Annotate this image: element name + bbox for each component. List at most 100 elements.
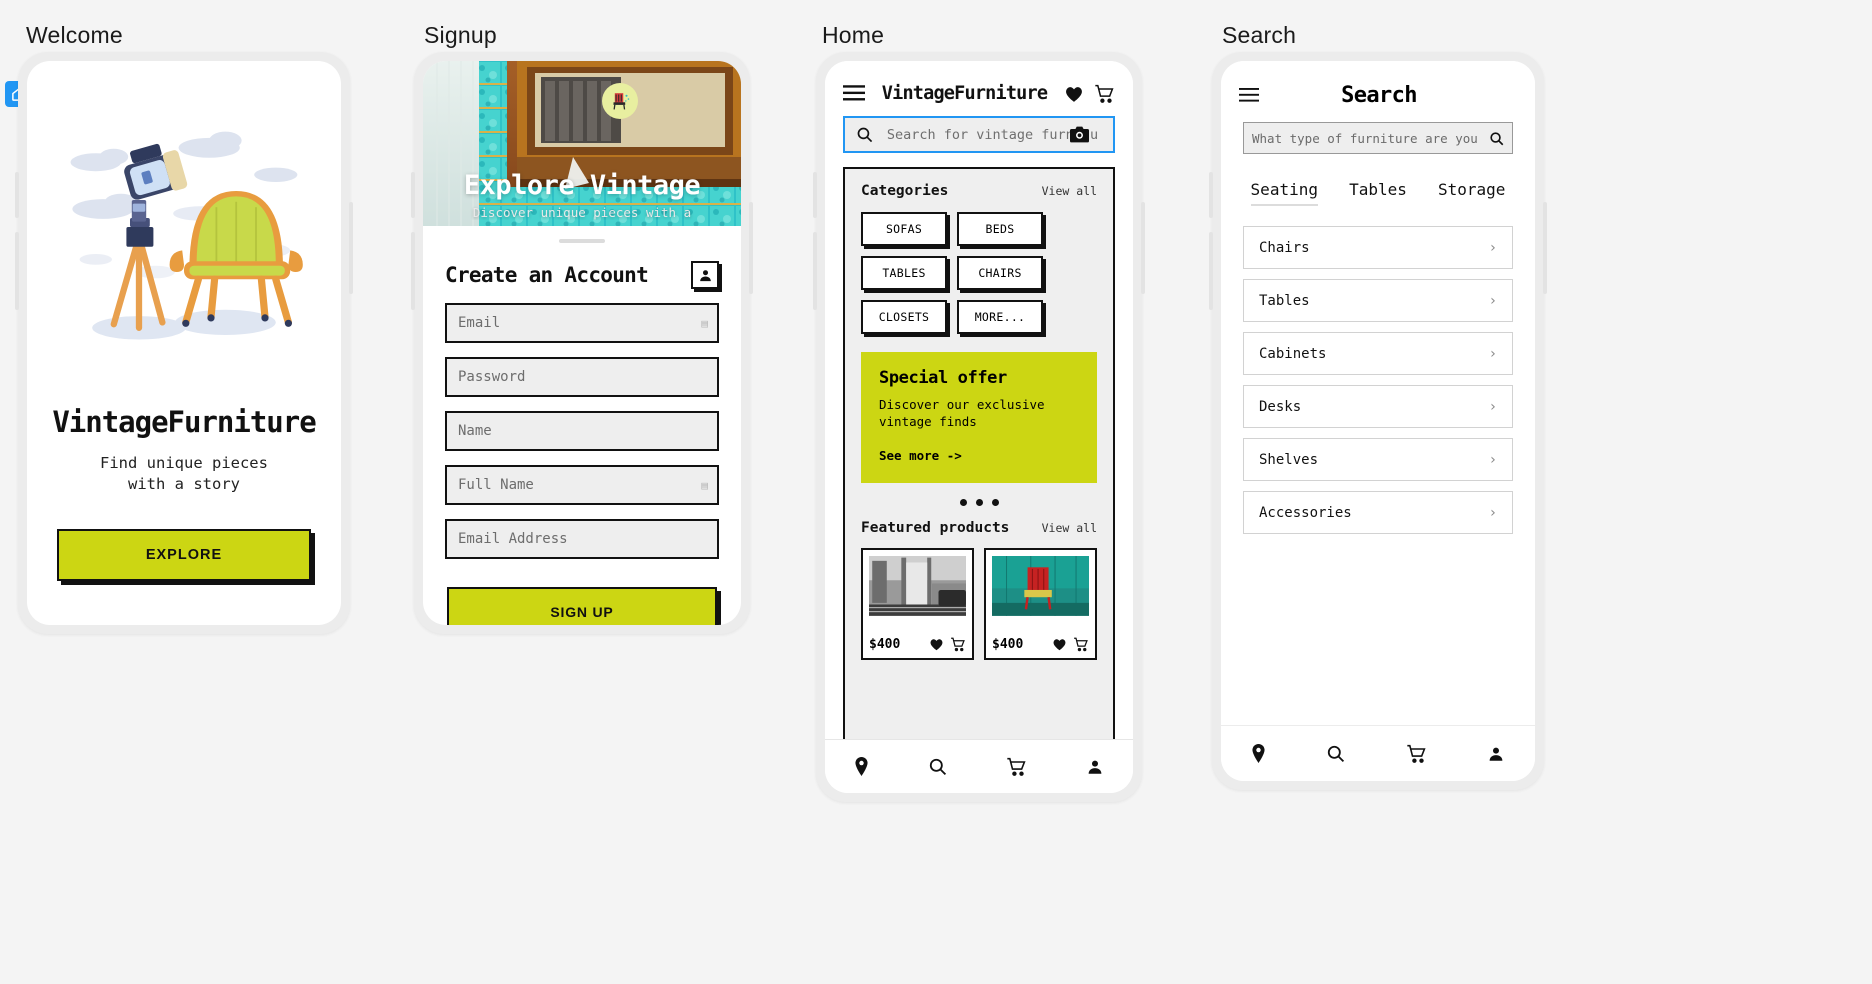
carousel-dot[interactable] [975, 498, 983, 506]
product-image [992, 555, 1089, 630]
nav-search-icon[interactable] [928, 757, 947, 776]
heart-glyph [1066, 87, 1082, 102]
carousel-dot[interactable] [959, 498, 967, 506]
search-glyph [857, 127, 873, 143]
password-field[interactable]: Password [445, 357, 719, 397]
hamburger-menu-icon[interactable] [843, 85, 865, 102]
special-offer-banner[interactable]: Special offer Discover our exclusive vin… [861, 352, 1097, 483]
carousel-dots [861, 498, 1097, 506]
product-cart-icon[interactable] [950, 637, 966, 652]
product-heart-icon[interactable] [1052, 637, 1067, 651]
camera-icon[interactable] [1070, 126, 1089, 143]
nav-person-icon[interactable] [1086, 758, 1104, 776]
frame-label-welcome: Welcome [26, 22, 123, 48]
search-icon [856, 126, 873, 143]
chevron-right-icon: › [1488, 345, 1497, 362]
category-chip-tables[interactable]: TABLES [861, 256, 947, 290]
nav-location-pin-icon[interactable] [854, 757, 869, 776]
list-item-label: Accessories [1259, 504, 1352, 521]
search-input[interactable]: Search for vintage furnitu [843, 116, 1115, 153]
hamburger-menu-icon[interactable] [1239, 88, 1259, 103]
nav-search-icon[interactable] [1326, 744, 1345, 763]
search-screen: Search What type of furniture are you lo… [1221, 61, 1535, 781]
chevron-right-icon: › [1488, 504, 1497, 521]
list-item-desks[interactable]: Desks › [1243, 385, 1513, 428]
list-item-label: Cabinets [1259, 345, 1327, 362]
nav-cart-icon[interactable] [1006, 757, 1027, 777]
sign-up-button[interactable]: SIGN UP [447, 587, 717, 625]
explore-button[interactable]: EXPLORE [57, 529, 311, 581]
camera-glyph [1070, 126, 1089, 143]
offer-description: Discover our exclusive vintage finds [879, 397, 1045, 429]
sheet-drag-handle[interactable] [559, 239, 605, 243]
red-chair-photo [992, 555, 1089, 616]
email-field-hint: ▤ [701, 316, 708, 330]
signup-screen: Explore Vintage Discover unique pieces w… [423, 61, 741, 625]
signup-hero: Explore Vintage Discover unique pieces w… [423, 61, 741, 226]
home-screen: VintageFurniture Search for vintage furn… [825, 61, 1133, 793]
category-chip-closets[interactable]: CLOSETS [861, 300, 947, 334]
screens-canvas: Welcome Signup Home Search VintageFurnit… [0, 0, 1872, 984]
offer-see-more-link[interactable]: See more -> [879, 448, 1079, 463]
search-page-title: Search [1341, 83, 1417, 108]
list-item-tables[interactable]: Tables › [1243, 279, 1513, 322]
product-card[interactable]: $400 [861, 547, 974, 660]
featured-view-all[interactable]: View all [1042, 521, 1097, 535]
featured-title: Featured products [861, 519, 1010, 536]
tab-tables[interactable]: Tables [1349, 180, 1407, 206]
cart-glyph [1095, 84, 1114, 103]
chevron-right-icon: › [1488, 292, 1497, 309]
profile-icon-button[interactable] [691, 261, 719, 289]
email-address-field[interactable]: Email Address [445, 519, 719, 559]
heart-icon[interactable] [1064, 84, 1084, 103]
product-price: $400 [869, 636, 901, 652]
nav-cart-icon[interactable] [1406, 744, 1427, 764]
email-field[interactable]: Email ▤ [445, 303, 719, 343]
category-chip-beds[interactable]: BEDS [957, 212, 1043, 246]
search-bottom-navigation [1221, 725, 1535, 781]
tab-storage[interactable]: Storage [1438, 180, 1505, 206]
signup-heading: Create an Account [445, 263, 649, 287]
brand-logo-badge [602, 83, 638, 119]
category-chip-chairs[interactable]: CHAIRS [957, 256, 1043, 290]
person-icon [699, 269, 711, 281]
email-address-field-placeholder: Email Address [458, 531, 568, 547]
search-query-placeholder: What type of furniture are you looking [1252, 130, 1483, 146]
name-field[interactable]: Name [445, 411, 719, 451]
hamburger-menu-glyph [1239, 88, 1259, 102]
nav-location-pin-icon[interactable] [1251, 744, 1266, 763]
category-chips: SOFAS BEDS TABLES CHAIRS CLOSETS MORE... [861, 212, 1097, 334]
list-item-accessories[interactable]: Accessories › [1243, 491, 1513, 534]
nav-person-icon[interactable] [1487, 745, 1505, 763]
chevron-right-icon: › [1488, 398, 1497, 415]
list-item-chairs[interactable]: Chairs › [1243, 226, 1513, 269]
phone-signup: Explore Vintage Discover unique pieces w… [411, 52, 753, 634]
porch-bench-photo [869, 555, 966, 616]
product-cart-icon[interactable] [1073, 637, 1089, 652]
list-item-shelves[interactable]: Shelves › [1243, 438, 1513, 481]
cart-icon[interactable] [1094, 84, 1115, 104]
tab-seating[interactable]: Seating [1250, 180, 1318, 206]
list-item-label: Desks [1259, 398, 1302, 415]
product-heart-icon[interactable] [929, 637, 944, 651]
list-item-label: Tables [1259, 292, 1310, 309]
search-query-input[interactable]: What type of furniture are you looking [1243, 122, 1513, 154]
product-card[interactable]: $400 [984, 547, 1097, 660]
categories-view-all[interactable]: View all [1042, 184, 1097, 198]
categories-title: Categories [861, 183, 949, 199]
hero-subtitle: Discover unique pieces with a [472, 205, 692, 220]
list-item-label: Chairs [1259, 239, 1310, 256]
featured-product-list: $400 $400 [861, 547, 1097, 660]
chevron-right-icon: › [1488, 451, 1497, 468]
product-image [869, 555, 966, 630]
category-chip-more[interactable]: MORE... [957, 300, 1043, 334]
full-name-field-hint: ▤ [701, 478, 708, 492]
search-icon[interactable] [1489, 131, 1504, 146]
category-chip-sofas[interactable]: SOFAS [861, 212, 947, 246]
search-appbar: Search [1221, 61, 1535, 122]
home-appbar: VintageFurniture [825, 61, 1133, 116]
product-price: $400 [992, 636, 1024, 652]
carousel-dot[interactable] [991, 498, 999, 506]
full-name-field[interactable]: Full Name ▤ [445, 465, 719, 505]
list-item-cabinets[interactable]: Cabinets › [1243, 332, 1513, 375]
